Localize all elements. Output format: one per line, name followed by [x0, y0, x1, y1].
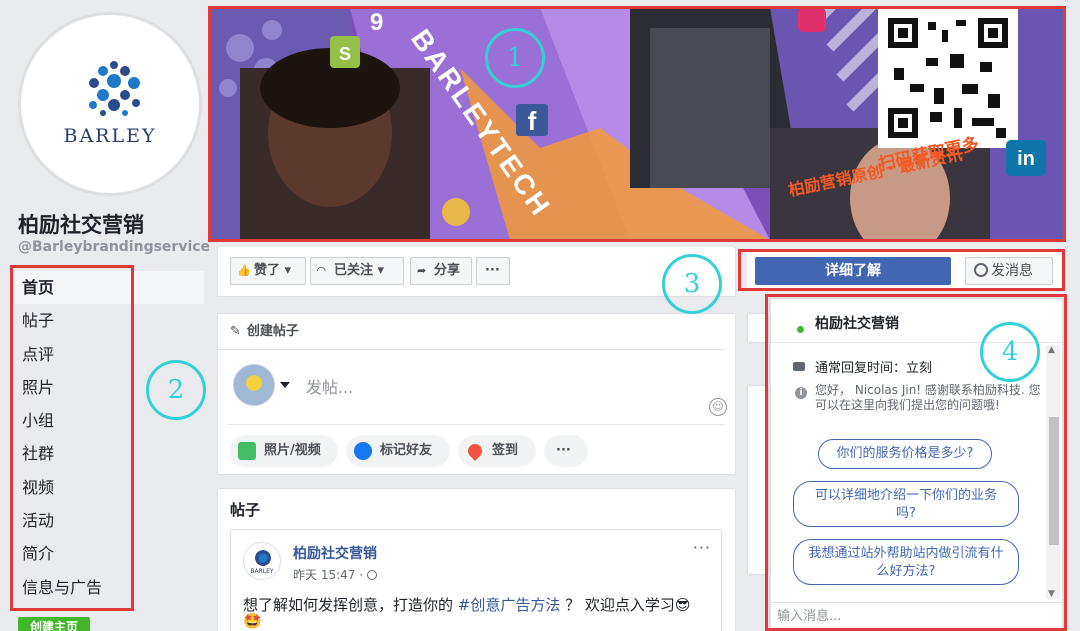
post-author-name[interactable]: 柏励社交营销: [293, 543, 377, 563]
page-avatar[interactable]: BARLEY: [18, 12, 202, 196]
like-button[interactable]: 👍 赞了 ▾: [230, 257, 306, 285]
barley-logo-icon: [255, 550, 271, 566]
logo-text: BARLEY: [63, 125, 157, 147]
page-action-bar: 👍 赞了 ▾ ◠ 已关注 ▾ ➦ 分享 ···: [217, 247, 736, 297]
annotation-number-1: 1: [485, 28, 545, 88]
annotation-box-cover: [208, 6, 1066, 242]
barley-logo-icon: [89, 61, 140, 116]
create-page-button[interactable]: 创建主页: [18, 617, 90, 631]
posts-section-title: 帖子: [230, 501, 261, 519]
pencil-icon: ✎: [230, 324, 241, 339]
annotation-number-4: 4: [980, 322, 1040, 382]
emoji-icon[interactable]: ☺: [709, 398, 727, 416]
create-post-card: ✎ 创建帖子 发帖... ☺ 照片/视频 标记好友 签到 ···: [217, 313, 736, 475]
tag-friends-button[interactable]: 标记好友: [346, 435, 450, 467]
more-post-options-button[interactable]: ···: [544, 435, 588, 467]
post-timestamp[interactable]: 昨天 15:47 ·: [293, 566, 377, 583]
annotation-number-3: 3: [662, 254, 722, 314]
divider: [228, 424, 725, 425]
tag-friends-icon: [354, 442, 372, 460]
location-pin-icon: [465, 441, 485, 461]
caret-down-icon[interactable]: [280, 382, 290, 388]
rss-icon: ◠: [317, 264, 326, 277]
create-post-header: ✎ 创建帖子: [218, 314, 725, 350]
share-button[interactable]: ➦ 分享: [410, 257, 472, 285]
post-body: 想了解如何发挥创意，打造你的 #创意广告方法 ？ 欢迎点入学习😎: [243, 596, 691, 614]
thumbs-up-icon: 👍: [237, 264, 251, 277]
post-composer-input[interactable]: 发帖...: [306, 374, 353, 398]
share-icon: ➦: [417, 264, 427, 277]
post-hashtag[interactable]: #创意广告方法: [458, 596, 561, 614]
page-handle[interactable]: @Barleybrandingservice: [18, 239, 210, 255]
follow-button[interactable]: ◠ 已关注 ▾: [310, 257, 404, 285]
post-author-avatar[interactable]: BARLEY: [243, 542, 281, 580]
post-menu-button[interactable]: ···: [693, 538, 711, 557]
photo-icon: [238, 442, 256, 460]
user-avatar[interactable]: [233, 364, 275, 406]
post-body-line2: 🤩: [243, 612, 262, 630]
annotation-box-cta: [738, 249, 1065, 291]
more-options-button[interactable]: ···: [476, 257, 510, 285]
annotation-box-nav: [10, 265, 134, 611]
check-in-button[interactable]: 签到: [458, 435, 536, 467]
annotation-number-2: 2: [146, 360, 206, 420]
post-item: BARLEY 柏励社交营销 昨天 15:47 · ··· 想了解如何发挥创意，打…: [230, 529, 722, 631]
page-title[interactable]: 柏励社交营销: [18, 209, 144, 239]
photo-video-button[interactable]: 照片/视频: [230, 435, 338, 467]
posts-card: 帖子 BARLEY 柏励社交营销 昨天 15:47 · ··· 想了解如何发挥创…: [217, 488, 736, 631]
globe-icon: [366, 570, 377, 580]
